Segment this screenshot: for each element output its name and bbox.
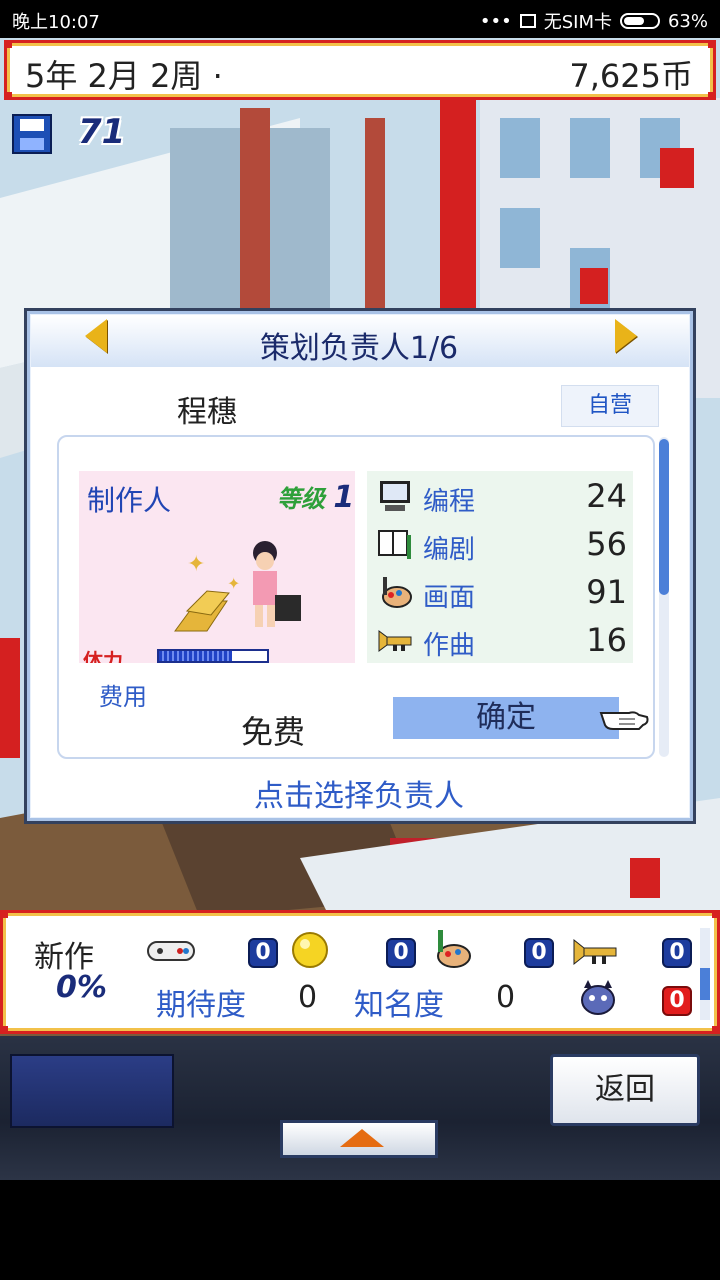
coin-icon	[292, 932, 328, 968]
no-sim-icon	[519, 14, 536, 28]
paint-icon	[382, 577, 412, 608]
battery-percent: 63%	[667, 10, 708, 32]
trumpet-count: 0	[662, 938, 692, 968]
fame-label: 知名度	[354, 988, 444, 1023]
fee-value: 免费	[241, 713, 306, 751]
expectation-value: 0	[298, 980, 318, 1015]
stat-row: 画面 91	[373, 571, 633, 615]
svg-text:✦: ✦	[187, 552, 205, 577]
gamepad-count: 0	[248, 938, 278, 968]
paint-icon	[437, 930, 471, 968]
top-info-bar: 5年 2月 2周 · 7,625币	[4, 40, 716, 100]
fee-label: 费用	[99, 683, 147, 711]
money-amount: 7,625币	[569, 57, 693, 95]
new-game-progress: 0%	[56, 970, 107, 1005]
dialog-title: 策划负责人1/6	[259, 331, 459, 366]
stat-label: 作曲	[423, 631, 476, 661]
book-icon	[378, 530, 411, 559]
staff-name: 程穗	[177, 395, 237, 430]
save-count: 71	[78, 112, 126, 152]
game-date: 5年 2月 2周 ·	[25, 57, 223, 95]
expand-menu-button[interactable]	[280, 1120, 438, 1158]
more-dots-icon: •••	[479, 10, 512, 32]
select-hint: 点击选择负责人	[254, 779, 464, 814]
fame-value: 0	[496, 980, 516, 1015]
stat-value: 24	[586, 477, 627, 515]
stat-label: 编程	[423, 487, 476, 517]
staff-portrait: ✦ ✦	[174, 541, 301, 632]
coin-count: 0	[386, 938, 416, 968]
trumpet-icon	[378, 630, 412, 652]
floppy-disk-icon[interactable]	[12, 114, 52, 154]
select-leader-dialog: 策划负责人1/6 程穗 自营 制作人 等级 1 ✦ ✦ 体力 编程 24 编剧 …	[24, 308, 696, 824]
stat-value: 91	[586, 573, 627, 611]
card-scroll-thumb[interactable]	[659, 439, 669, 595]
monster-icon	[581, 980, 615, 1015]
paint-count: 0	[524, 938, 554, 968]
stat-row: 编程 24	[373, 475, 633, 519]
sim-status: 无SIM卡	[543, 12, 612, 33]
svg-text:✦: ✦	[227, 574, 240, 593]
stat-value: 56	[586, 525, 627, 563]
gamepad-icon	[147, 941, 195, 961]
up-arrow-icon	[340, 1129, 384, 1147]
battery-icon	[619, 13, 660, 29]
stat-label: 画面	[423, 583, 476, 613]
level-label: 等级	[277, 485, 325, 513]
company-badge: 自营	[561, 385, 659, 427]
status-bar: 晚上10:07 ••• 无SIM卡 63%	[0, 0, 720, 38]
bug-count: 0	[662, 986, 692, 1016]
trumpet-icon	[573, 938, 617, 966]
stats-scroll-thumb[interactable]	[700, 968, 710, 1000]
pointing-hand-icon	[599, 711, 649, 730]
stat-label: 编剧	[423, 535, 476, 565]
staff-role: 制作人	[87, 484, 172, 517]
stamina-label: 体力	[83, 649, 123, 663]
menu-panel-button[interactable]	[10, 1054, 174, 1128]
level-value: 1	[333, 480, 355, 515]
stat-row: 编剧 56	[373, 523, 633, 567]
status-time: 晚上10:07	[12, 12, 100, 33]
computer-icon	[380, 481, 410, 511]
stat-value: 16	[586, 621, 627, 659]
back-button[interactable]: 返回	[550, 1054, 700, 1126]
staff-level: 等级 1	[277, 479, 354, 515]
stat-row: 作曲 16	[373, 619, 633, 663]
stamina-bar	[157, 649, 269, 663]
confirm-button[interactable]: 确定	[393, 697, 619, 739]
expectation-label: 期待度	[156, 988, 246, 1023]
